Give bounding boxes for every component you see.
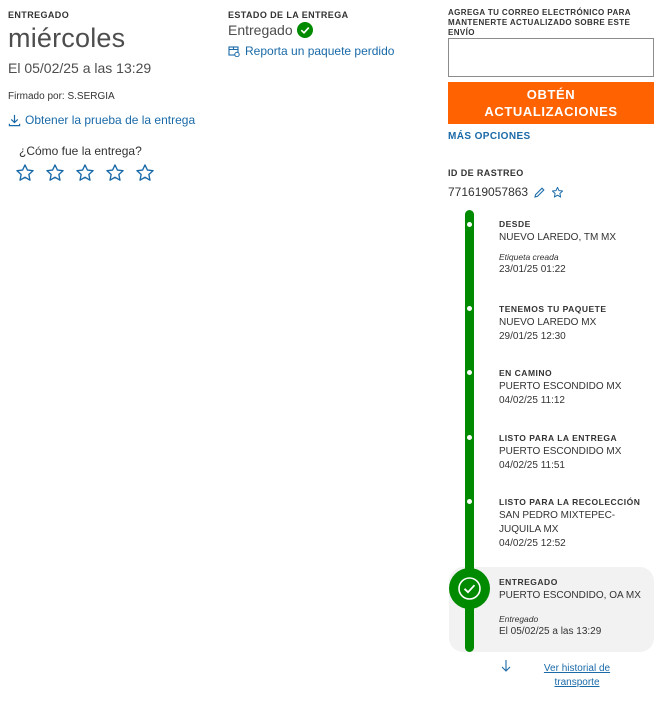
package-icon — [228, 46, 240, 57]
pencil-icon[interactable] — [533, 186, 546, 199]
timeline-event: EN CAMINO PUERTO ESCONDIDO MX 04/02/25 1… — [499, 367, 649, 408]
arrow-down-icon — [501, 660, 511, 672]
timeline-dot — [467, 370, 472, 375]
timeline-dot — [467, 306, 472, 311]
delivery-status-label: ESTADO DE LA ENTREGA — [228, 10, 349, 20]
more-options-link[interactable]: MÁS OPCIONES — [448, 131, 531, 142]
timeline-event-delivered: ENTREGADO PUERTO ESCONDIDO, OA MX Entreg… — [499, 576, 649, 639]
email-input[interactable] — [448, 38, 654, 77]
event-datetime: 23/01/25 01:22 — [499, 264, 566, 275]
event-title: LISTO PARA LA ENTREGA — [499, 433, 618, 443]
timeline-event: LISTO PARA LA RECOLECCIÓN SAN PEDRO MIXT… — [499, 496, 640, 551]
check-circle-icon — [458, 577, 481, 600]
event-location: PUERTO ESCONDIDO MX — [499, 381, 622, 392]
proof-of-delivery-link[interactable]: Obtener la prueba de la entrega — [8, 113, 195, 127]
check-circle-icon — [296, 22, 313, 38]
event-datetime: 04/02/25 12:52 — [499, 538, 566, 549]
email-updates-label: AGREGA TU CORREO ELECTRÓNICO PARA MANTEN… — [448, 8, 631, 37]
timeline-dot — [467, 499, 472, 504]
delivered-check-badge — [449, 568, 490, 609]
event-title: LISTO PARA LA RECOLECCIÓN — [499, 497, 641, 507]
delivery-status-value: Entregado — [228, 22, 293, 38]
timeline-event: TENEMOS TU PAQUETE NUEVO LAREDO MX 29/01… — [499, 303, 649, 344]
tracking-id-row: 771619057863 — [448, 185, 564, 199]
timeline-event: DESDE NUEVO LAREDO, TM MX Etiqueta cread… — [499, 218, 649, 277]
delivered-datetime: El 05/02/25 a las 13:29 — [8, 60, 152, 76]
signed-by-text: Firmado por: S.SERGIA — [8, 91, 115, 102]
tracking-number: 771619057863 — [448, 185, 529, 199]
rating-star-2[interactable] — [45, 163, 65, 183]
rating-star-1[interactable] — [15, 163, 35, 183]
favorite-star-icon[interactable] — [551, 186, 564, 199]
event-datetime: 04/02/25 11:12 — [499, 395, 565, 406]
delivery-status: Entregado — [228, 22, 313, 38]
event-title: EN CAMINO — [499, 368, 553, 378]
report-lost-package-link[interactable]: Reporta un paquete perdido — [228, 44, 394, 58]
delivered-label: ENTREGADO — [8, 10, 70, 20]
event-location: PUERTO ESCONDIDO, OA MX — [499, 590, 641, 601]
event-datetime: 04/02/25 11:51 — [499, 460, 565, 471]
download-icon — [8, 114, 21, 126]
event-location: SAN PEDRO MIXTEPEC-JUQUILA MX — [499, 510, 616, 535]
rating-stars — [15, 163, 155, 183]
rating-star-3[interactable] — [75, 163, 95, 183]
get-updates-button[interactable]: OBTÉN ACTUALIZACIONES — [448, 82, 654, 124]
event-location: PUERTO ESCONDIDO MX — [499, 446, 622, 457]
report-lost-package-label: Reporta un paquete perdido — [245, 44, 395, 58]
rating-question: ¿Cómo fue la entrega? — [19, 144, 142, 158]
event-location: NUEVO LAREDO MX — [499, 317, 597, 328]
rating-star-4[interactable] — [105, 163, 125, 183]
timeline-event: LISTO PARA LA ENTREGA PUERTO ESCONDIDO M… — [499, 432, 649, 473]
timeline-dot — [467, 435, 472, 440]
event-location: NUEVO LAREDO, TM MX — [499, 232, 617, 243]
event-title: TENEMOS TU PAQUETE — [499, 304, 607, 314]
event-note: Entregado — [499, 614, 539, 624]
event-title: DESDE — [499, 219, 531, 229]
proof-of-delivery-label: Obtener la prueba de la entrega — [25, 113, 196, 127]
event-note: Etiqueta creada — [499, 252, 559, 262]
tracking-id-label: ID DE RASTREO — [448, 168, 524, 178]
rating-star-5[interactable] — [135, 163, 155, 183]
event-datetime: El 05/02/25 a las 13:29 — [499, 626, 602, 637]
event-title: ENTREGADO — [499, 577, 558, 587]
delivered-day: miércoles — [8, 23, 126, 53]
event-datetime: 29/01/25 12:30 — [499, 331, 566, 342]
transport-history-link[interactable]: Ver historial de transporte — [532, 662, 622, 690]
timeline-dot — [467, 222, 472, 227]
